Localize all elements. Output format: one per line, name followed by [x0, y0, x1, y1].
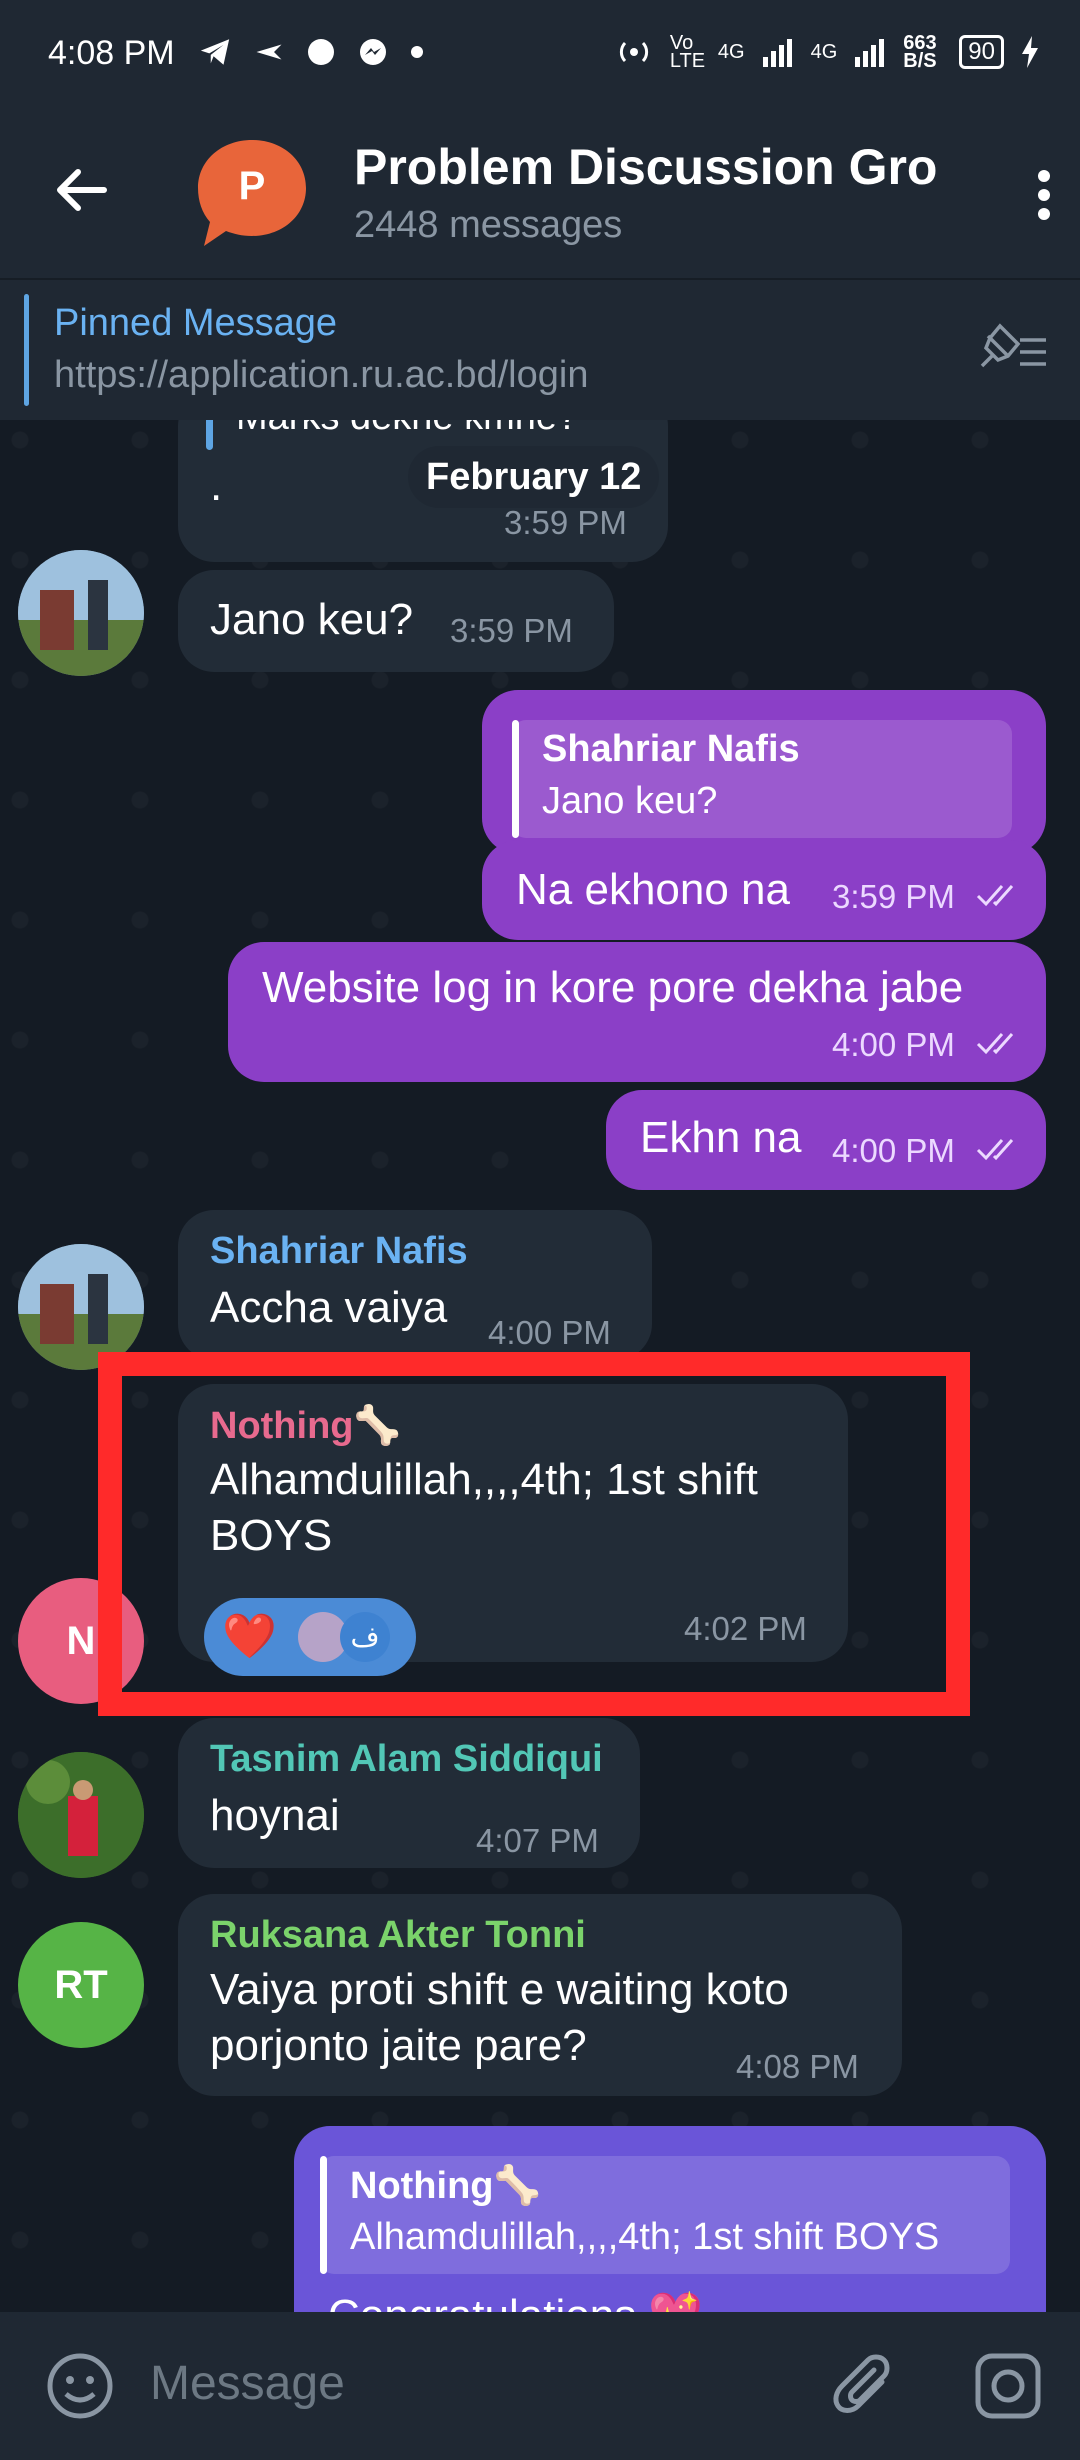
message-time: 3:59 PM	[450, 612, 573, 649]
message-text: Congratulations 💖	[328, 2288, 703, 2312]
message-bubble[interactable]: Ruksana Akter Tonni Vaiya proti shift e …	[178, 1894, 902, 2096]
dot-icon	[411, 46, 423, 58]
pinned-message[interactable]: Pinned Message https://application.ru.ac…	[0, 278, 1080, 422]
message-bubble-outgoing[interactable]: Ekhn na 4:00 PM	[606, 1090, 1046, 1190]
status-bar: 4:08 PM Vo LTE 4G 4G 663 B/S 90	[0, 0, 1080, 108]
signal-icon-1	[762, 39, 792, 67]
user-avatar-ruksana[interactable]: RT	[18, 1922, 144, 2048]
message-text: Accha vaiya	[210, 1283, 448, 1332]
more-options-icon[interactable]	[1036, 168, 1052, 222]
message-text: Website log in kore pore dekha jabe	[262, 963, 964, 1012]
message-bubble-outgoing[interactable]: Shahriar Nafis Jano keu?	[482, 690, 1046, 854]
status-time: 4:08 PM	[48, 34, 175, 72]
message-time: 3:59 PM	[832, 878, 955, 915]
pinned-indicator	[24, 294, 29, 406]
message-input[interactable]: Message	[150, 2356, 345, 2411]
message-time: 4:00 PM	[832, 1026, 955, 1063]
reply-author: Nothing🦴	[350, 2165, 541, 2207]
hotspot-icon	[619, 41, 648, 63]
read-check-icon	[976, 1033, 1014, 1055]
message-bubble-outgoing[interactable]: Nothing🦴 Alhamdulillah,,,,4th; 1st shift…	[294, 2126, 1046, 2312]
reply-preview[interactable]: Nothing🦴 Alhamdulillah,,,,4th; 1st shift…	[320, 2156, 1010, 2274]
highlight-box	[98, 1352, 970, 1716]
message-input-bar: Message	[0, 2312, 1080, 2460]
message-bubble[interactable]: Jano keu? 3:59 PM	[178, 570, 614, 672]
chat-header: P Problem Discussion Gro 2448 messages	[0, 108, 1080, 278]
group-avatar[interactable]: P	[194, 136, 310, 252]
message-bubble[interactable]: Tasnim Alam Siddiqui hoynai 4:07 PM	[178, 1718, 640, 1868]
group-title[interactable]: Problem Discussion Gro	[354, 138, 944, 196]
4g-label-2: 4G	[810, 40, 838, 63]
message-time: 4:00 PM	[488, 1314, 611, 1351]
avatar-initial: N	[66, 1618, 96, 1663]
pinned-title: Pinned Message	[54, 302, 338, 344]
group-initial: P	[238, 164, 266, 208]
avatar-initial: RT	[54, 1962, 108, 2007]
message-bubble-outgoing[interactable]: Website log in kore pore dekha jabe 4:00…	[228, 942, 1046, 1082]
message-text: hoynai	[210, 1791, 340, 1840]
pin-list-icon[interactable]	[976, 322, 1050, 372]
message-time: 4:08 PM	[736, 2048, 859, 2085]
message-time: 3:59 PM	[504, 504, 627, 541]
4g-label-1: 4G	[717, 40, 745, 63]
charging-icon	[1022, 36, 1038, 68]
sender-name[interactable]: Shahriar Nafis	[210, 1230, 468, 1273]
sender-name[interactable]: Ruksana Akter Tonni	[210, 1914, 586, 1957]
message-count: 2448 messages	[354, 204, 623, 246]
user-avatar-shahriar[interactable]	[18, 550, 144, 676]
camera-icon[interactable]	[972, 2350, 1044, 2422]
read-check-icon	[976, 885, 1014, 907]
reply-author: Shahriar Nafis	[542, 728, 800, 770]
reply-text: Jano keu?	[542, 780, 718, 822]
back-arrow-icon[interactable]	[52, 166, 108, 214]
message-time: 4:07 PM	[476, 1822, 599, 1859]
messenger-icon	[360, 39, 386, 65]
read-check-icon	[976, 1139, 1014, 1161]
battery-level: 90	[959, 35, 1004, 69]
sender-name[interactable]: Tasnim Alam Siddiqui	[210, 1738, 603, 1781]
message-text: .	[210, 461, 223, 510]
message-text: Na ekhono na	[516, 865, 790, 914]
notification-icons	[198, 30, 424, 74]
signal-icon-2	[855, 39, 885, 67]
message-bubble[interactable]: Shahriar Nafis Accha vaiya 4:00 PM	[178, 1210, 652, 1360]
emoji-icon[interactable]	[44, 2350, 116, 2422]
reply-preview[interactable]: Shahriar Nafis Jano keu?	[512, 720, 1012, 838]
user-avatar-tasnim[interactable]	[18, 1752, 144, 1878]
circle-icon	[308, 39, 334, 65]
network-rate: 663 B/S	[903, 32, 937, 72]
message-text: Jano keu?	[210, 595, 414, 644]
telegram-icon	[200, 39, 230, 65]
pinned-link[interactable]: https://application.ru.ac.bd/login	[54, 354, 588, 397]
date-chip: February 12	[408, 446, 660, 508]
system-icons: Vo LTE 4G 4G 663 B/S 90	[614, 30, 1040, 74]
message-text: Ekhn na	[640, 1113, 802, 1162]
plane-icon	[256, 44, 282, 60]
volte-label: Vo LTE	[669, 32, 706, 72]
message-time: 4:00 PM	[832, 1132, 955, 1169]
reply-text: Alhamdulillah,,,,4th; 1st shift BOYS	[350, 2216, 940, 2258]
quoted-text: Marks dekhe kmne?	[236, 420, 578, 439]
attach-icon[interactable]	[832, 2352, 896, 2424]
